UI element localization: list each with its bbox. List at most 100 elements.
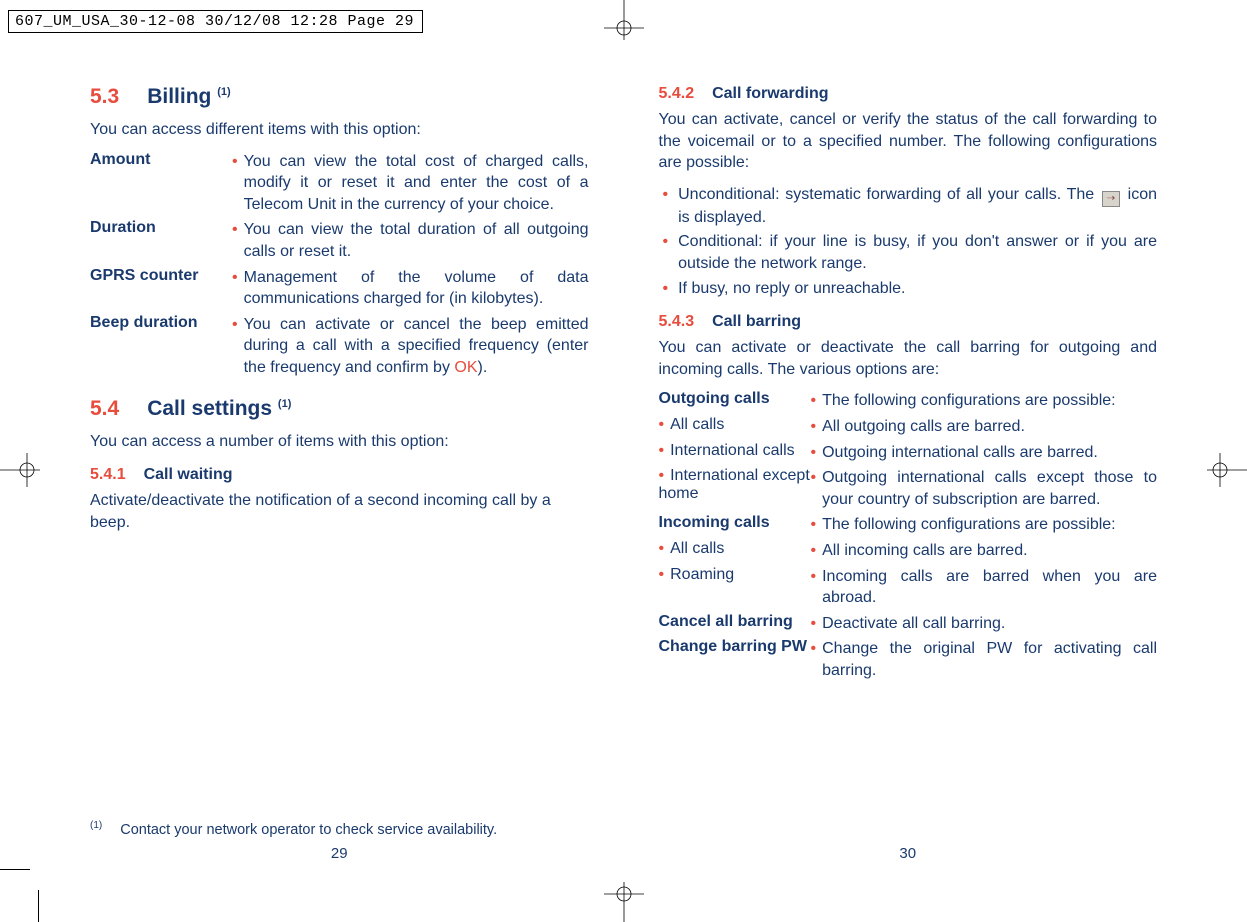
bullet-icon: • <box>811 467 817 510</box>
bullet-icon: • <box>232 219 238 262</box>
bullet-text: Unconditional: systematic forwarding of … <box>678 184 1157 229</box>
definition-text: All incoming calls are barred. <box>822 540 1157 562</box>
definition-label: •All calls <box>659 540 811 562</box>
bullet-icon: • <box>811 566 817 609</box>
definition-label: Amount <box>90 151 232 216</box>
definition-body: •You can view the total cost of charged … <box>232 151 589 216</box>
definition-row: •All calls•All outgoing calls are barred… <box>659 416 1158 438</box>
definition-label: GPRS counter <box>90 267 232 310</box>
definition-body: •All incoming calls are barred. <box>811 540 1158 562</box>
intro-5-4-3: You can activate or deactivate the call … <box>659 337 1158 380</box>
heading-sup: (1) <box>217 86 230 98</box>
definition-text: Incoming calls are barred when you are a… <box>822 566 1157 609</box>
bullet-list-5-4-2: •Unconditional: systematic forwarding of… <box>659 184 1158 299</box>
definition-label: Outgoing calls <box>659 390 811 412</box>
heading-5-4-2: 5.4.2 Call forwarding <box>659 85 1158 103</box>
bullet-icon: • <box>659 540 665 557</box>
definition-row: GPRS counter•Management of the volume of… <box>90 267 589 310</box>
bullet-icon: • <box>811 514 817 536</box>
definition-text: You can view the total cost of charged c… <box>244 151 589 216</box>
definition-text: Outgoing international calls are barred. <box>822 442 1157 464</box>
page-number-right: 30 <box>659 845 1158 862</box>
definition-body: •Change the original PW for activating c… <box>811 638 1158 681</box>
definition-row: Cancel all barring•Deactivate all call b… <box>659 613 1158 635</box>
definition-row: Beep duration•You can activate or cancel… <box>90 314 589 379</box>
registration-mark-left <box>0 450 40 490</box>
definition-body: •All outgoing calls are barred. <box>811 416 1158 438</box>
bullet-icon: • <box>659 442 665 459</box>
footnote-sup: (1) <box>90 820 102 831</box>
bullet-icon: • <box>811 442 817 464</box>
definition-body: •The following configurations are possib… <box>811 390 1158 412</box>
heading-5-4-3: 5.4.3 Call barring <box>659 313 1158 331</box>
heading-title: Call barring <box>712 313 801 330</box>
bullet-icon: • <box>811 613 817 635</box>
intro-5-3: You can access different items with this… <box>90 119 589 141</box>
page-left: 5.3Billing (1) You can access different … <box>90 85 589 862</box>
bullet-item: • If busy, no reply or unreachable. <box>659 278 1158 300</box>
heading-title: Call forwarding <box>712 85 828 102</box>
definition-row: Change barring PW•Change the original PW… <box>659 638 1158 681</box>
text-5-4-1: Activate/deactivate the notification of … <box>90 490 589 533</box>
definition-body: •You can activate or cancel the beep emi… <box>232 314 589 379</box>
ok-label: OK <box>454 359 477 376</box>
bullet-icon: • <box>811 390 817 412</box>
definition-label: Incoming calls <box>659 514 811 536</box>
definition-label: •International calls <box>659 442 811 464</box>
definition-row: •International except home•Outgoing inte… <box>659 467 1158 510</box>
heading-title: Call settings <box>147 397 272 420</box>
bullet-icon: • <box>232 151 238 216</box>
bullet-icon: • <box>811 540 817 562</box>
definition-body: •You can view the total duration of all … <box>232 219 589 262</box>
footnote: (1) Contact your network operator to chec… <box>90 820 497 838</box>
bullet-icon: • <box>232 267 238 310</box>
bullet-icon: • <box>232 314 238 379</box>
crop-mark <box>38 890 39 922</box>
definition-label: Duration <box>90 219 232 262</box>
heading-5-4-1: 5.4.1Call waiting <box>90 466 589 484</box>
definition-row: Amount•You can view the total cost of ch… <box>90 151 589 216</box>
definition-text: Deactivate all call barring. <box>822 613 1157 635</box>
definition-row: Duration•You can view the total duration… <box>90 219 589 262</box>
crop-mark <box>0 869 30 870</box>
heading-5-3: 5.3Billing (1) <box>90 85 589 109</box>
intro-5-4-2: You can activate, cancel or verify the s… <box>659 109 1158 174</box>
definition-text: The following configurations are possibl… <box>822 514 1157 536</box>
definition-row: Incoming calls•The following configurati… <box>659 514 1158 536</box>
forwarding-icon: ⇢ <box>1102 191 1120 207</box>
definition-body: •Incoming calls are barred when you are … <box>811 566 1158 609</box>
definition-label: •Roaming <box>659 566 811 609</box>
heading-number: 5.4 <box>90 397 119 420</box>
definition-body: •Outgoing international calls are barred… <box>811 442 1158 464</box>
heading-number: 5.3 <box>90 85 119 108</box>
bullet-icon: • <box>663 278 669 300</box>
definition-label: Cancel all barring <box>659 613 811 635</box>
definition-label: Beep duration <box>90 314 232 379</box>
registration-mark-top <box>599 0 649 40</box>
definition-text: You can activate or cancel the beep emit… <box>244 314 589 379</box>
heading-title: Call waiting <box>144 466 233 483</box>
registration-mark-right <box>1207 450 1247 490</box>
page-number-left: 29 <box>90 845 589 862</box>
bullet-icon: • <box>659 467 665 484</box>
definition-label: Change barring PW <box>659 638 811 681</box>
definition-text: You can view the total duration of all o… <box>244 219 589 262</box>
definition-body: •Outgoing international calls except tho… <box>811 467 1158 510</box>
definition-row: •All calls•All incoming calls are barred… <box>659 540 1158 562</box>
bullet-text: If busy, no reply or unreachable. <box>678 278 1157 300</box>
definition-row: •International calls•Outgoing internatio… <box>659 442 1158 464</box>
bullet-icon: • <box>663 184 669 229</box>
heading-number: 5.4.3 <box>659 313 695 330</box>
definition-text: Change the original PW for activating ca… <box>822 638 1157 681</box>
definition-row: •Roaming•Incoming calls are barred when … <box>659 566 1158 609</box>
bullet-icon: • <box>659 566 665 583</box>
definition-body: •The following configurations are possib… <box>811 514 1158 536</box>
definition-text: Management of the volume of data communi… <box>244 267 589 310</box>
heading-5-4: 5.4 Call settings (1) <box>90 397 589 421</box>
heading-sup: (1) <box>278 398 291 410</box>
heading-number: 5.4.2 <box>659 85 695 102</box>
definition-body: •Deactivate all call barring. <box>811 613 1158 635</box>
page-spread: 5.3Billing (1) You can access different … <box>90 85 1157 862</box>
definition-label: •All calls <box>659 416 811 438</box>
footnote-text: Contact your network operator to check s… <box>120 822 497 838</box>
